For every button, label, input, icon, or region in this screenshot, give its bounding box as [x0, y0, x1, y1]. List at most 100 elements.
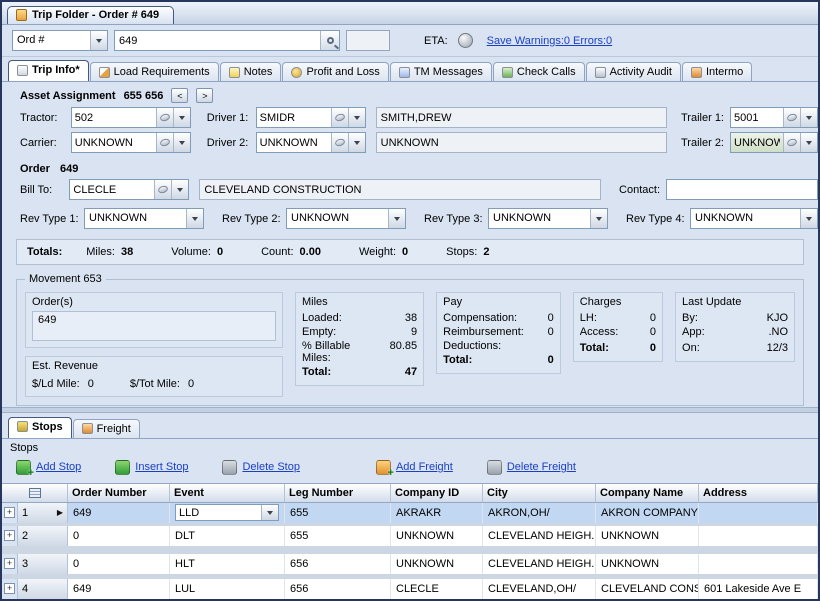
driver1-name-field[interactable] — [376, 107, 667, 128]
rev-type1-dropdown-arrow[interactable] — [186, 209, 203, 228]
search-button[interactable] — [320, 31, 339, 50]
tractor-lookup-button[interactable] — [156, 108, 173, 127]
cell-leg-number[interactable]: 655 — [285, 526, 391, 546]
contact-field[interactable] — [666, 179, 818, 200]
cell-city[interactable]: AKRON,OH/ — [483, 503, 596, 523]
rev-type2-combo[interactable]: UNKNOWN — [286, 208, 406, 229]
carrier-input[interactable] — [72, 133, 156, 152]
bill-to-combo[interactable] — [69, 179, 189, 200]
ord-type-dropdown-arrow[interactable] — [90, 31, 107, 50]
cell-leg-number[interactable]: 656 — [285, 554, 391, 574]
rev-type4-dropdown-arrow[interactable] — [800, 209, 817, 228]
trailer2-lookup-button[interactable] — [783, 133, 800, 152]
event-editor-combo[interactable]: LLD — [175, 504, 279, 521]
cell-company-name[interactable]: AKRON COMPANY — [596, 503, 699, 523]
insert-stop-label[interactable]: Insert Stop — [135, 461, 188, 473]
tab-stops[interactable]: Stops — [8, 417, 72, 438]
driver2-input[interactable] — [257, 133, 331, 152]
tractor-combo[interactable] — [71, 107, 191, 128]
driver2-dropdown-arrow[interactable] — [348, 133, 365, 152]
trailer1-lookup-button[interactable] — [783, 108, 800, 127]
tab-profit-and-loss[interactable]: Profit and Loss — [282, 62, 388, 81]
col-leg-number[interactable]: Leg Number — [285, 484, 391, 502]
cell-city[interactable]: CLEVELAND HEIGH... — [483, 526, 596, 546]
order-search-input[interactable] — [115, 31, 320, 50]
orders-list[interactable]: 649 — [32, 311, 276, 341]
driver2-lookup-button[interactable] — [331, 133, 348, 152]
trailer1-dropdown-arrow[interactable] — [800, 108, 817, 127]
tab-tm-messages[interactable]: TM Messages — [390, 62, 492, 81]
trailer2-combo[interactable] — [730, 132, 818, 153]
trailer2-input[interactable] — [731, 133, 783, 152]
tractor-input[interactable] — [72, 108, 156, 127]
rev-type3-dropdown-arrow[interactable] — [590, 209, 607, 228]
bill-to-dropdown-arrow[interactable] — [171, 180, 188, 199]
cell-leg-number[interactable]: 656 — [285, 579, 391, 599]
add-stop-label[interactable]: Add Stop — [36, 461, 81, 473]
bill-to-name-field[interactable] — [199, 179, 601, 200]
expand-icon[interactable]: + — [4, 583, 15, 594]
row3-header[interactable]: 3 — [18, 554, 68, 574]
cell-order-number[interactable]: 649 — [68, 503, 170, 523]
cell-event[interactable]: LLD — [170, 503, 285, 523]
ord-type-selector[interactable]: Ord # — [12, 30, 108, 51]
cell-company-name[interactable]: UNKNOWN — [596, 554, 699, 574]
cell-event[interactable]: HLT — [170, 554, 285, 574]
window-title-tab[interactable]: Trip Folder - Order # 649 — [7, 6, 174, 24]
driver1-dropdown-arrow[interactable] — [348, 108, 365, 127]
expand-icon[interactable]: + — [4, 558, 15, 569]
cell-order-number[interactable]: 0 — [68, 526, 170, 546]
carrier-dropdown-arrow[interactable] — [173, 133, 190, 152]
stops-grid-row-2[interactable]: + 2 0 DLT 655 UNKNOWN CLEVELAND HEIGH...… — [2, 526, 818, 546]
cell-event[interactable]: DLT — [170, 526, 285, 546]
row2-header[interactable]: 2 — [18, 526, 68, 546]
cell-company-id[interactable]: UNKNOWN — [391, 526, 483, 546]
col-company-id[interactable]: Company ID — [391, 484, 483, 502]
delete-stop-label[interactable]: Delete Stop — [242, 461, 299, 473]
cell-company-id[interactable]: AKRAKR — [391, 503, 483, 523]
driver1-input[interactable] — [257, 108, 331, 127]
stops-grid-row-1[interactable]: + 1▶ 649 LLD 655 AKRAKR AKRON,OH/ AKRON … — [2, 503, 818, 523]
tab-freight[interactable]: Freight — [73, 419, 140, 438]
next-asset-button[interactable]: > — [196, 88, 213, 103]
carrier-combo[interactable] — [71, 132, 191, 153]
cell-order-number[interactable]: 649 — [68, 579, 170, 599]
tractor-dropdown-arrow[interactable] — [173, 108, 190, 127]
grid-selector-header[interactable] — [2, 484, 68, 502]
rev-type4-combo[interactable]: UNKNOWN — [690, 208, 818, 229]
expand-icon[interactable]: + — [4, 530, 15, 541]
delete-stop-button[interactable]: Delete Stop — [222, 460, 299, 475]
row1-header[interactable]: 1▶ — [18, 503, 68, 523]
rev-type1-combo[interactable]: UNKNOWN — [84, 208, 204, 229]
add-freight-button[interactable]: Add Freight — [376, 460, 453, 475]
cell-company-name[interactable]: UNKNOWN — [596, 526, 699, 546]
row4-header[interactable]: 4 — [18, 579, 68, 599]
stops-grid-row-4[interactable]: + 4 649 LUL 656 CLECLE CLEVELAND,OH/ CLE… — [2, 579, 818, 599]
cell-address[interactable] — [699, 526, 818, 546]
driver2-name-field[interactable] — [376, 132, 667, 153]
cell-event[interactable]: LUL — [170, 579, 285, 599]
bill-to-input[interactable] — [70, 180, 154, 199]
cell-leg-number[interactable]: 655 — [285, 503, 391, 523]
cell-address[interactable]: 601 Lakeside Ave E — [699, 579, 818, 599]
driver2-combo[interactable] — [256, 132, 366, 153]
bill-to-lookup-button[interactable] — [154, 180, 171, 199]
cell-city[interactable]: CLEVELAND,OH/ — [483, 579, 596, 599]
col-company-name[interactable]: Company Name — [596, 484, 699, 502]
col-city[interactable]: City — [483, 484, 596, 502]
col-event[interactable]: Event — [170, 484, 285, 502]
tab-load-requirements[interactable]: Load Requirements — [90, 62, 219, 81]
carrier-lookup-button[interactable] — [156, 133, 173, 152]
cell-company-name[interactable]: CLEVELAND CONS... — [596, 579, 699, 599]
tab-check-calls[interactable]: Check Calls — [493, 62, 585, 81]
tab-trip-info[interactable]: Trip Info* — [8, 60, 89, 81]
insert-stop-button[interactable]: Insert Stop — [115, 460, 188, 475]
save-warnings-link[interactable]: Save Warnings:0 Errors:0 — [487, 35, 613, 47]
stops-grid-row-3[interactable]: + 3 0 HLT 656 UNKNOWN CLEVELAND HEIGH...… — [2, 554, 818, 574]
cell-company-id[interactable]: UNKNOWN — [391, 554, 483, 574]
cell-company-id[interactable]: CLECLE — [391, 579, 483, 599]
cell-city[interactable]: CLEVELAND HEIGH... — [483, 554, 596, 574]
col-order-number[interactable]: Order Number — [68, 484, 170, 502]
aux-field[interactable] — [346, 30, 390, 51]
driver1-combo[interactable] — [256, 107, 366, 128]
